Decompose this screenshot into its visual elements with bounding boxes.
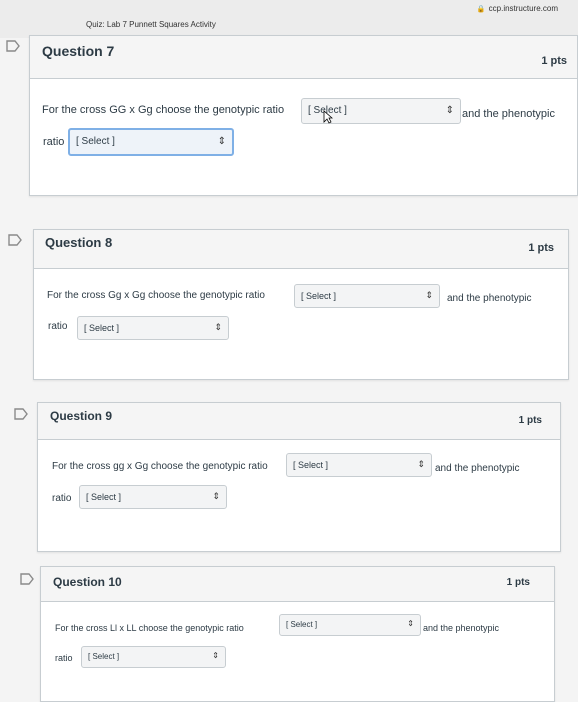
mouse-cursor-icon (323, 110, 334, 124)
question-points: 1 pts (506, 577, 530, 588)
question-points: 1 pts (518, 415, 542, 426)
question-card: Question 8 1 pts For the cross Gg x Gg c… (33, 229, 569, 380)
updown-arrow-icon: ⇕ (212, 491, 220, 501)
flag-icon[interactable] (6, 40, 20, 52)
flag-icon[interactable] (20, 573, 34, 585)
updown-arrow-icon: ⇕ (417, 459, 425, 469)
question-text: For the cross GG x Gg choose the genotyp… (42, 104, 285, 116)
question-text-middle: and the phenotypic (447, 293, 532, 304)
url-domain[interactable]: 🔒 ccp.instructure.com (477, 4, 558, 13)
updown-arrow-icon: ⇕ (425, 290, 433, 300)
ratio-label: ratio (48, 321, 68, 332)
question-title: Question 7 (42, 43, 115, 59)
quiz-title: Quiz: Lab 7 Punnett Squares Activity (86, 20, 216, 29)
question-text-middle: and the phenotypic (462, 108, 555, 120)
genotypic-ratio-select[interactable]: [ Select ] ⇕ (286, 453, 432, 477)
question-title: Question 10 (53, 575, 122, 589)
ratio-label: ratio (52, 493, 72, 504)
question-card: Question 9 1 pts For the cross gg x Gg c… (37, 402, 561, 552)
question-text-middle: and the phenotypic (423, 623, 500, 633)
question-card: Question 10 1 pts For the cross Ll x LL … (40, 566, 555, 702)
genotypic-ratio-select[interactable]: [ Select ] ⇕ (294, 284, 440, 308)
flag-icon[interactable] (8, 234, 22, 246)
question-title: Question 8 (45, 235, 113, 250)
updown-arrow-icon: ⇕ (217, 136, 226, 147)
updown-arrow-icon: ⇕ (212, 651, 219, 660)
question-text: For the cross Ll x LL choose the genotyp… (55, 623, 244, 633)
phenotypic-ratio-select[interactable]: [ Select ] ⇕ (68, 128, 234, 156)
ratio-label: ratio (43, 136, 65, 148)
phenotypic-ratio-select[interactable]: [ Select ] ⇕ (79, 485, 227, 509)
question-card: Question 7 1 pts For the cross GG x Gg c… (29, 35, 578, 196)
lock-icon: 🔒 (476, 6, 486, 13)
question-points: 1 pts (541, 55, 567, 67)
phenotypic-ratio-select[interactable]: [ Select ] ⇕ (77, 316, 229, 340)
question-points: 1 pts (528, 242, 554, 254)
flag-icon[interactable] (14, 408, 28, 420)
question-text: For the cross gg x Gg choose the genotyp… (52, 461, 268, 472)
question-header: Question 9 1 pts (38, 403, 560, 440)
question-header: Question 8 1 pts (34, 230, 568, 269)
question-text: For the cross Gg x Gg choose the genotyp… (47, 290, 265, 301)
browser-top-bar: 🔒 ccp.instructure.com Quiz: Lab 7 Punnett… (0, 0, 578, 38)
updown-arrow-icon: ⇕ (214, 322, 222, 332)
question-header: Question 7 1 pts (30, 36, 577, 79)
question-header: Question 10 1 pts (41, 567, 554, 602)
phenotypic-ratio-select[interactable]: [ Select ] ⇕ (81, 646, 226, 668)
question-title: Question 9 (50, 409, 113, 423)
updown-arrow-icon: ⇕ (407, 619, 414, 628)
question-text-middle: and the phenotypic (435, 463, 520, 474)
ratio-label: ratio (55, 653, 73, 663)
genotypic-ratio-select[interactable]: [ Select ] ⇕ (279, 614, 421, 636)
updown-arrow-icon: ⇕ (445, 105, 454, 116)
